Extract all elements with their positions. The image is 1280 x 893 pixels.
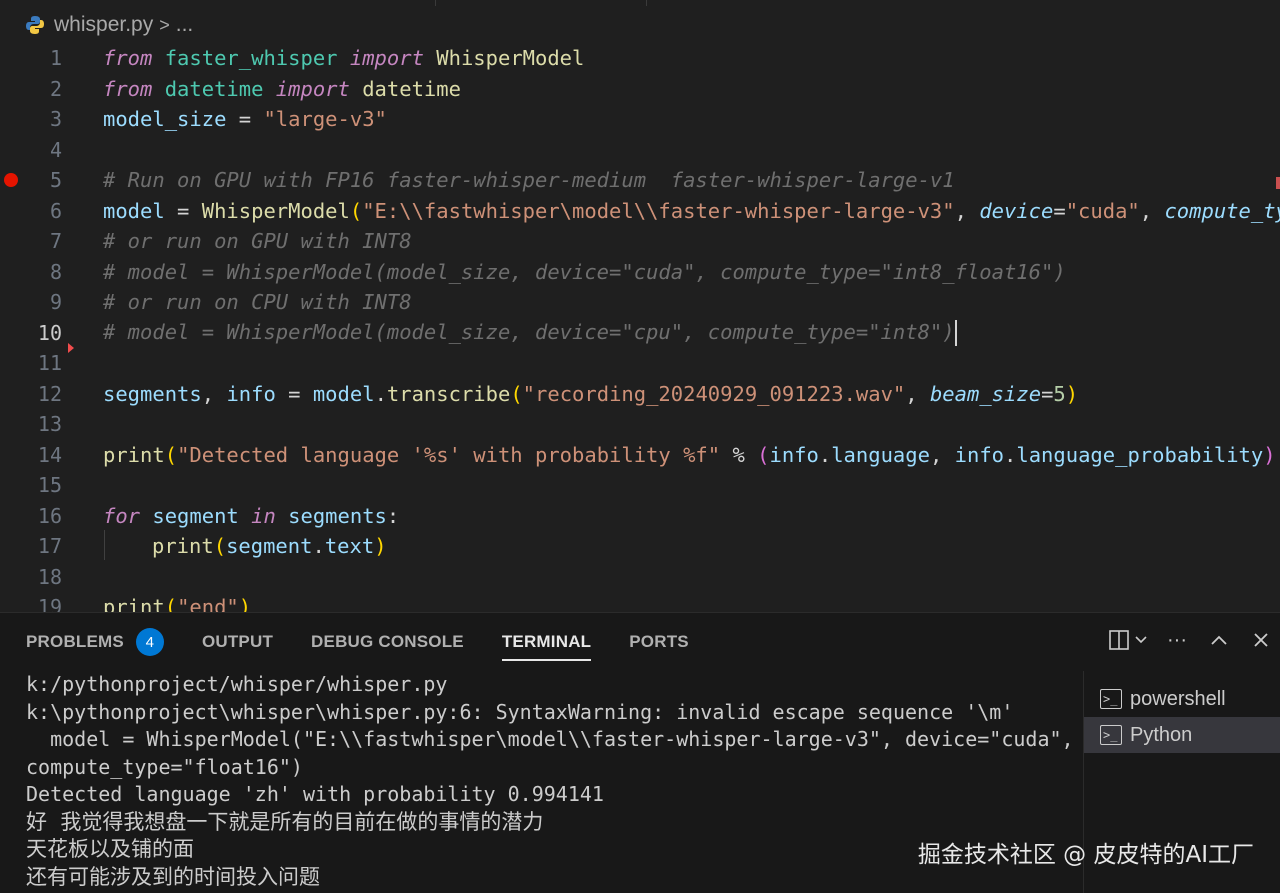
terminal-item-powershell[interactable]: >_ powershell [1084, 681, 1280, 717]
text-cursor [954, 319, 957, 346]
line-number: 10 [37, 320, 62, 345]
terminal-icon: >_ [1100, 725, 1122, 745]
line-number: 9 [49, 290, 62, 315]
code-line[interactable]: 17 print(segment.text) [0, 531, 1280, 562]
line-number: 16 [37, 503, 62, 528]
tab-label: PROBLEMS [26, 632, 124, 651]
line-number: 2 [49, 76, 62, 101]
breadcrumb-more[interactable]: ... [176, 13, 194, 37]
terminal-line: 好 我觉得我想盘一下就是所有的目前在做的事情的潜力 [26, 809, 544, 834]
terminal-line: k:/pythonproject/whisper/whisper.py [26, 672, 448, 696]
maximize-panel-icon[interactable] [1206, 625, 1232, 655]
breadcrumb-separator: > [159, 14, 170, 35]
tab-label: PORTS [629, 632, 689, 651]
line-number: 15 [37, 473, 62, 498]
code-line[interactable]: 6 model = WhisperModel("E:\\fastwhisper\… [0, 196, 1280, 227]
code-line[interactable]: 5 # Run on GPU with FP16 faster-whisper-… [0, 165, 1280, 196]
code-line[interactable]: 2 from datetime import datetime [0, 74, 1280, 105]
line-number: 6 [49, 198, 62, 223]
tab-problems[interactable]: PROBLEMS 4 [26, 613, 164, 671]
line-number: 4 [49, 137, 62, 162]
breadcrumb-file[interactable]: whisper.py [54, 13, 153, 37]
code-line[interactable]: 8 # model = WhisperModel(model_size, dev… [0, 257, 1280, 288]
problems-count-badge: 4 [135, 628, 164, 656]
line-number: 1 [49, 46, 62, 71]
terminal-item-python[interactable]: >_ Python [1084, 717, 1280, 753]
tab-label: OUTPUT [201, 632, 274, 651]
tab-divider [646, 0, 647, 6]
code-line[interactable]: 13 [0, 409, 1280, 440]
code-line[interactable]: 9 # or run on CPU with INT8 [0, 287, 1280, 318]
line-number: 8 [49, 259, 62, 284]
line-number: 12 [37, 381, 62, 406]
line-number: 3 [49, 107, 62, 132]
terminal-item-label: powershell [1130, 687, 1226, 710]
line-number: 7 [49, 229, 62, 254]
terminal-icon: >_ [1100, 689, 1122, 709]
line-number: 14 [37, 442, 62, 467]
terminal-line: Detected language 'zh' with probability … [26, 782, 604, 806]
terminal-line: compute_type="float16") [26, 754, 303, 779]
code-line[interactable]: 12 segments, info = model.transcribe("re… [0, 379, 1280, 410]
python-file-icon [24, 14, 46, 36]
code-editor[interactable]: 1 from faster_whisper import WhisperMode… [0, 42, 1280, 614]
panel-tabs: PROBLEMS 4 OUTPUT DEBUG CONSOLE TERMINAL… [0, 613, 1280, 671]
code-line[interactable]: 19 print("end") [0, 592, 1280, 614]
code-line[interactable]: 1 from faster_whisper import WhisperMode… [0, 43, 1280, 74]
more-actions-icon[interactable]: ··· [1164, 625, 1190, 655]
code-line[interactable]: 15 [0, 470, 1280, 501]
tab-debug-console[interactable]: DEBUG CONSOLE [311, 613, 464, 671]
terminal-item-label: Python [1130, 723, 1193, 746]
chevron-down-icon[interactable] [1134, 633, 1148, 647]
code-line[interactable]: 18 [0, 562, 1280, 593]
terminal-line: model = WhisperModel("E:\\fastwhisper\mo… [26, 727, 1074, 751]
line-number: 18 [37, 564, 62, 589]
code-line-active[interactable]: 10 # model = WhisperModel(model_size, de… [0, 318, 1280, 349]
terminal-line: 还有可能涉及到的时间投入问题 [26, 864, 320, 889]
terminal-line: k:\pythonproject\whisper\whisper.py:6: S… [26, 699, 1014, 724]
code-line[interactable]: 11 [0, 348, 1280, 379]
tab-ports[interactable]: PORTS [629, 613, 689, 671]
line-number: 11 [37, 351, 62, 376]
line-number: 5 [49, 168, 62, 193]
tab-terminal[interactable]: TERMINAL [501, 613, 592, 671]
tab-label: TERMINAL [501, 632, 592, 651]
code-line[interactable]: 3 model_size = "large-v3" [0, 104, 1280, 135]
panel-actions: ··· [1108, 625, 1274, 655]
terminal-line: 天花板以及铺的面 [26, 837, 194, 861]
code-line[interactable]: 14 print("Detected language '%s' with pr… [0, 440, 1280, 471]
tab-label: DEBUG CONSOLE [311, 632, 464, 651]
split-terminal-icon[interactable] [1108, 625, 1148, 655]
line-number: 13 [37, 412, 62, 437]
code-line[interactable]: 4 [0, 135, 1280, 166]
code-line[interactable]: 7 # or run on GPU with INT8 [0, 226, 1280, 257]
tab-output[interactable]: OUTPUT [202, 613, 273, 671]
watermark: 掘金技术社区 @ 皮皮特的AI工厂 [917, 842, 1254, 868]
close-panel-icon[interactable] [1248, 625, 1274, 655]
line-number: 17 [37, 534, 62, 559]
tab-divider [435, 0, 436, 6]
code-line[interactable]: 16 for segment in segments: [0, 501, 1280, 532]
